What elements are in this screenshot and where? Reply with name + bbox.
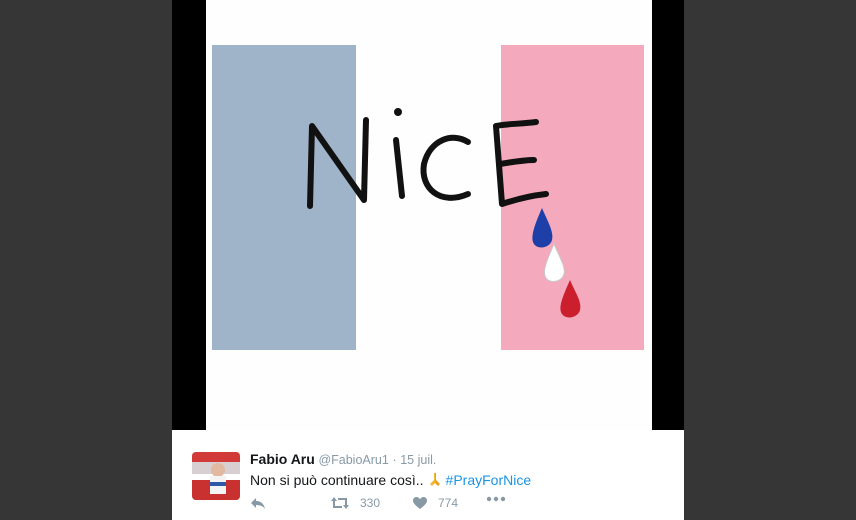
more-button[interactable] [486,496,506,502]
heart-icon [413,497,427,509]
like-count: 774 [438,496,459,510]
meta-separator: · [392,453,397,467]
nice-flag-illustration [212,45,644,350]
hashtag-link[interactable]: #PrayForNice [446,472,532,488]
blue-flag-band [212,45,356,350]
retweet-button[interactable]: 330 [330,496,380,510]
tweet-date[interactable]: 15 juil. [400,453,436,467]
image-canvas [206,0,652,430]
tweet-text: Non si può continuare così.. #PrayForNic… [250,471,531,488]
tweet-body: Non si può continuare così.. [250,472,424,488]
author-name[interactable]: Fabio Aru [250,451,315,467]
background-left [0,0,172,520]
avatar[interactable] [192,452,240,500]
retweet-count: 330 [360,496,381,510]
praying-hands-icon [429,473,440,486]
reply-button[interactable] [250,496,266,510]
tweet-header: Fabio Aru @FabioAru1 · 15 juil. [250,451,436,467]
reply-icon [251,498,265,509]
tweet-card[interactable]: Fabio Aru @FabioAru1 · 15 juil. Non si p… [172,430,684,520]
author-handle[interactable]: @FabioAru1 [318,453,388,467]
like-button[interactable]: 774 [412,496,458,510]
tweet-image[interactable] [172,0,684,430]
avatar-image [192,452,240,500]
retweet-icon [331,497,349,509]
background-right [684,0,856,520]
more-icon [486,496,506,502]
